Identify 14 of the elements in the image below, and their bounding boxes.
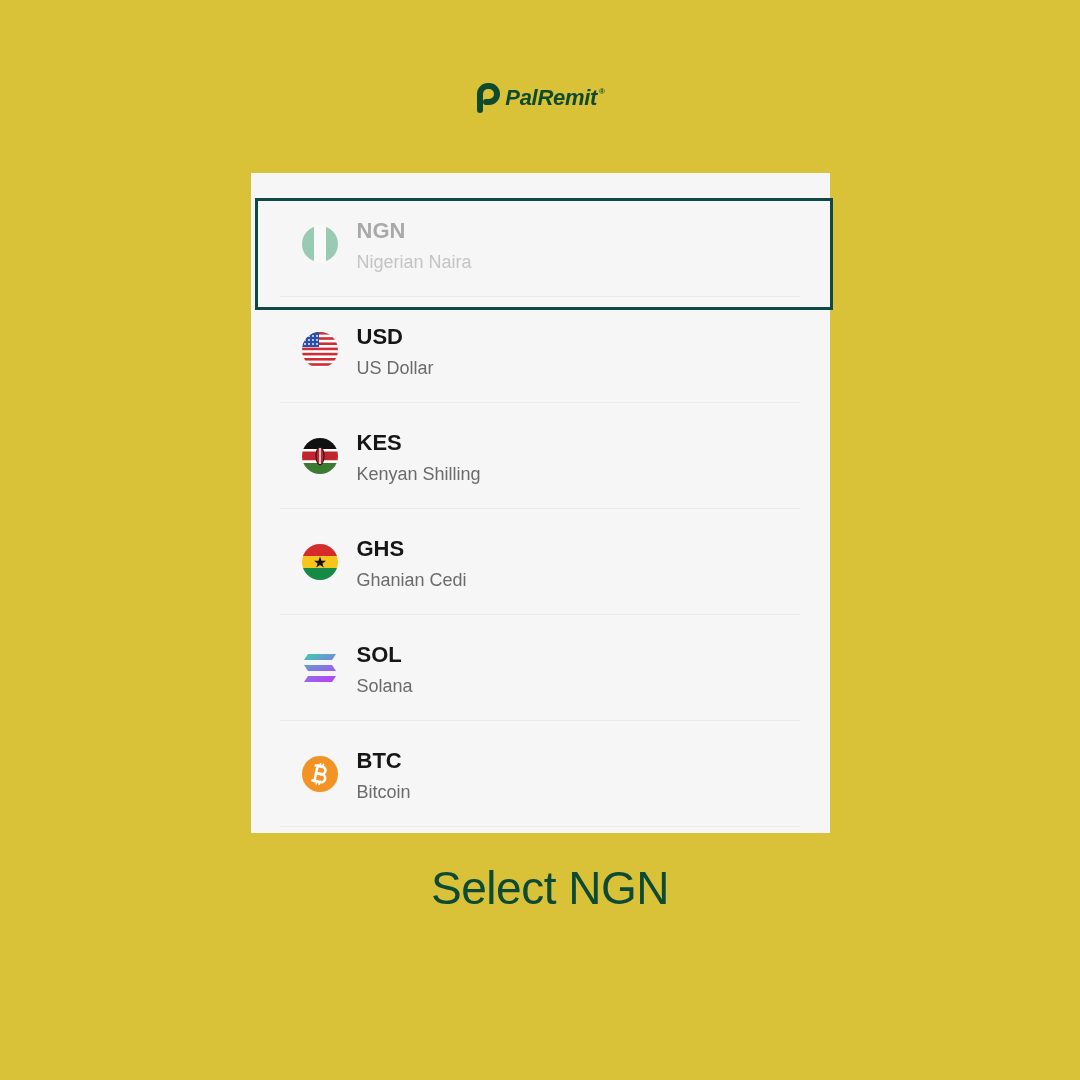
currency-name: Kenyan Shilling [356, 462, 481, 486]
currency-code: GHS [356, 534, 405, 563]
currency-code: BTC [356, 746, 402, 775]
currency-code: SOL [356, 640, 402, 669]
currency-name: Bitcoin [356, 780, 411, 804]
currency-code: USD [356, 322, 403, 351]
currency-code: KES [356, 428, 402, 457]
brand-logo-text: PalRemit$^{®}$ [505, 85, 605, 111]
instruction-caption: Select NGN [431, 862, 669, 914]
currency-name: US Dollar [356, 356, 434, 380]
currency-name: Solana [356, 674, 413, 698]
logo-mark-icon [475, 83, 502, 113]
currency-name: Ghanian Cedi [356, 568, 467, 592]
currency-code: NGN [356, 216, 406, 245]
